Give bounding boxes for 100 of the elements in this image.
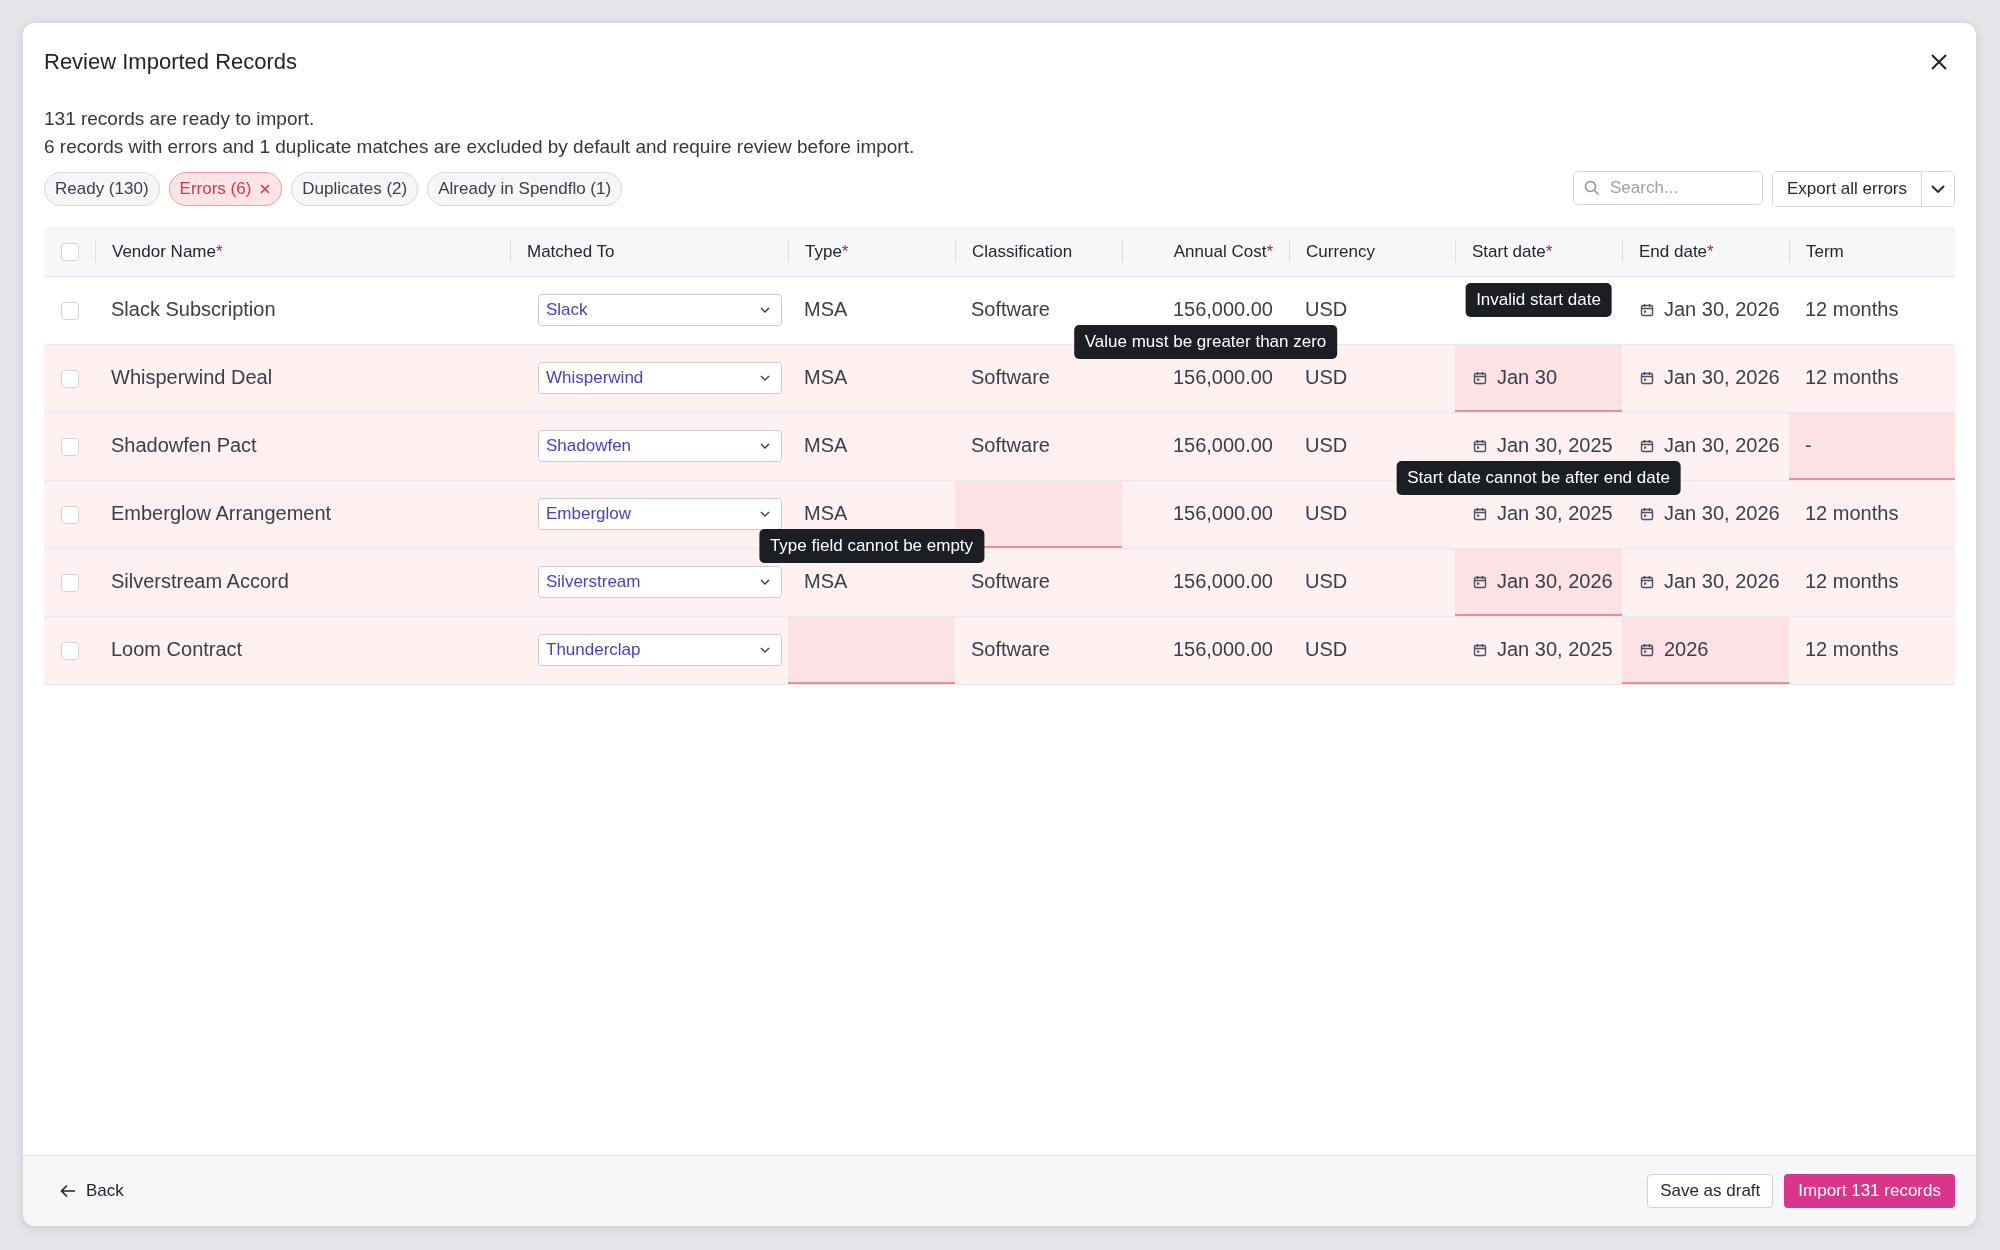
column-header: Type* xyxy=(805,241,849,262)
classification-cell: Software xyxy=(971,638,1050,661)
row-checkbox[interactable] xyxy=(60,437,79,456)
import-button[interactable]: Import 131 records xyxy=(1784,1174,1955,1208)
remove-icon[interactable] xyxy=(259,183,272,195)
column-header: Classification xyxy=(972,241,1073,262)
row-checkbox[interactable] xyxy=(60,369,79,388)
filter-chip[interactable]: Already in Spendflo (1) xyxy=(427,172,623,206)
error-tooltip: Value must be greater than zero xyxy=(1073,325,1338,359)
chevron-down-icon xyxy=(759,645,771,654)
vendor-name: Whisperwind Deal xyxy=(111,366,273,389)
calendar-icon xyxy=(1640,642,1654,657)
end-date-cell: Jan 30, 2026 xyxy=(1664,298,1780,321)
currency-cell: USD xyxy=(1305,434,1348,457)
annual-cost-cell: 156,000.00 xyxy=(1172,434,1273,457)
term-cell: - xyxy=(1805,434,1812,457)
error-tooltip: Start date cannot be after end date xyxy=(1396,461,1681,495)
calendar-icon xyxy=(1473,642,1487,657)
vendor-name: Slack Subscription xyxy=(111,298,276,321)
vendor-match-dropdown[interactable]: Shadowfen xyxy=(538,429,782,462)
filter-chip[interactable]: Duplicates (2) xyxy=(291,172,419,206)
column-header: Term xyxy=(1806,241,1844,262)
column-header: Vendor Name* xyxy=(112,241,223,262)
classification-cell: Software xyxy=(971,434,1050,457)
column-header: Start date* xyxy=(1472,241,1553,262)
vendor-name: Emberglow Arrangement xyxy=(111,502,332,525)
end-date-cell: Jan 30, 2026 xyxy=(1664,366,1780,389)
start-date-cell: Jan 30, 2025 xyxy=(1497,638,1613,661)
column-header: Annual Cost* xyxy=(1173,241,1273,262)
chevron-down-icon xyxy=(759,509,771,518)
start-date-cell: Jan 30, 2025 xyxy=(1497,502,1613,525)
calendar-icon xyxy=(1473,370,1487,385)
type-cell: MSA xyxy=(804,502,848,525)
annual-cost-cell: 156,000.00 xyxy=(1172,502,1273,525)
vendor-name: Loom Contract xyxy=(111,638,243,661)
column-header: Currency xyxy=(1306,241,1375,262)
type-cell: MSA xyxy=(804,434,848,457)
vendor-match-dropdown[interactable]: Whisperwind xyxy=(538,361,782,394)
vendor-match-dropdown[interactable]: Slack xyxy=(538,293,782,326)
calendar-icon xyxy=(1640,302,1654,317)
chevron-down-icon xyxy=(759,305,771,314)
calendar-icon xyxy=(1473,574,1487,589)
filter-chip[interactable]: Errors (6) xyxy=(168,172,283,206)
vendor-name: Silverstream Accord xyxy=(111,570,289,593)
classification-cell: Software xyxy=(971,298,1050,321)
vendor-name: Shadowfen Pact xyxy=(111,434,257,457)
term-cell: 12 months xyxy=(1805,298,1899,321)
type-cell: MSA xyxy=(804,298,848,321)
summary-text: 131 records are ready to import. xyxy=(44,107,316,131)
row-checkbox[interactable] xyxy=(60,301,79,320)
calendar-icon xyxy=(1473,506,1487,521)
end-date-cell: 2026 xyxy=(1664,638,1709,661)
start-date-cell: Jan 30 xyxy=(1497,366,1558,389)
chevron-down-icon xyxy=(759,373,771,382)
column-header: Matched To xyxy=(527,241,615,262)
filter-chip[interactable]: Ready (130) xyxy=(44,172,160,206)
export-button[interactable]: Export all errors xyxy=(1773,172,1922,206)
row-checkbox[interactable] xyxy=(60,505,79,524)
classification-cell: Software xyxy=(971,366,1050,389)
search-icon xyxy=(1584,180,1600,196)
search-field[interactable]: Search... xyxy=(1573,171,1763,205)
chevron-down-icon xyxy=(759,577,771,586)
end-date-cell: Jan 30, 2026 xyxy=(1664,434,1780,457)
vendor-match-dropdown[interactable]: Thunderclap xyxy=(538,633,782,666)
term-cell: 12 months xyxy=(1805,366,1899,389)
calendar-icon xyxy=(1640,574,1654,589)
start-date-cell: Jan 30, 2026 xyxy=(1497,570,1613,593)
currency-cell: USD xyxy=(1305,570,1348,593)
end-date-cell: Jan 30, 2026 xyxy=(1664,570,1780,593)
calendar-icon xyxy=(1640,438,1654,453)
row-checkbox[interactable] xyxy=(60,573,79,592)
annual-cost-cell: 156,000.00 xyxy=(1172,298,1273,321)
dialog-title: Review Imported Records xyxy=(44,49,298,75)
term-cell: 12 months xyxy=(1805,638,1899,661)
term-cell: 12 months xyxy=(1805,570,1899,593)
calendar-icon xyxy=(1640,506,1654,521)
vendor-match-dropdown[interactable]: Silverstream xyxy=(538,565,782,598)
close-icon[interactable] xyxy=(1930,53,1948,71)
back-button[interactable]: Back xyxy=(56,1177,128,1205)
annual-cost-cell: 156,000.00 xyxy=(1172,570,1273,593)
save-draft-button[interactable]: Save as draft xyxy=(1647,1174,1774,1208)
select-all-checkbox[interactable] xyxy=(60,242,79,261)
note-text: 6 records with errors and 1 duplicate matches are excluded by default and require review before import. xyxy=(44,135,916,159)
currency-cell: USD xyxy=(1305,298,1348,321)
column-header: End date* xyxy=(1639,241,1714,262)
chevron-down-icon xyxy=(1930,184,1946,194)
calendar-icon xyxy=(1473,438,1487,453)
calendar-icon xyxy=(1640,370,1654,385)
error-tooltip: Type field cannot be empty xyxy=(758,529,985,563)
currency-cell: USD xyxy=(1305,502,1348,525)
row-checkbox[interactable] xyxy=(60,641,79,660)
term-cell: 12 months xyxy=(1805,502,1899,525)
vendor-match-dropdown[interactable]: Emberglow xyxy=(538,497,782,530)
annual-cost-cell: 156,000.00 xyxy=(1172,638,1273,661)
currency-cell: USD xyxy=(1305,638,1348,661)
currency-cell: USD xyxy=(1305,366,1348,389)
annual-cost-cell: 156,000.00 xyxy=(1172,366,1273,389)
end-date-cell: Jan 30, 2026 xyxy=(1664,502,1780,525)
arrow-left-icon xyxy=(60,1184,76,1198)
type-cell: MSA xyxy=(804,366,848,389)
